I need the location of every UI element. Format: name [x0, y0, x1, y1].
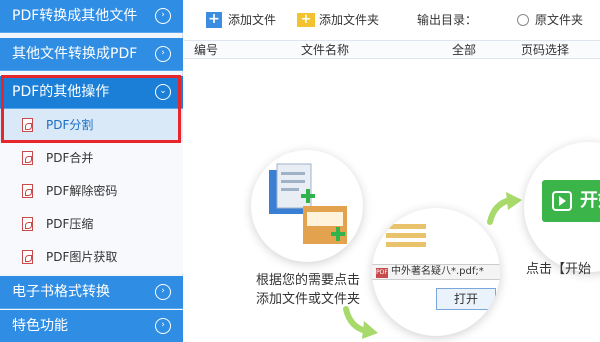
category-pdf-to-other[interactable]: PDF转换成其他文件 ›	[0, 0, 183, 33]
output-original-radio[interactable]	[517, 14, 529, 26]
pdf-file-icon	[22, 118, 33, 132]
output-option-label: 原文件夹	[535, 13, 584, 27]
column-header-page-select[interactable]: 页码选择	[521, 42, 569, 58]
plus-icon: +	[206, 12, 222, 28]
add-folder-button[interactable]: + 添加文件夹	[297, 11, 379, 29]
dialog-open-button: 打开	[436, 288, 496, 310]
pdf-file-icon: PDF	[376, 268, 388, 278]
start-button-illustration: 开始	[542, 180, 600, 222]
play-icon	[552, 191, 572, 211]
step1-illustration	[251, 150, 363, 262]
category-label: 特色功能	[12, 318, 68, 334]
empty-state-guide: 根据您的需要点击 添加文件或文件夹 PDF中外著名疑八*.pdf;* 打开 开始…	[184, 60, 600, 342]
file-table-header: 编号 文件名称 全部 页码选择	[184, 40, 600, 59]
add-file-button[interactable]: + 添加文件	[206, 11, 276, 29]
category-label: PDF的其他操作	[12, 84, 110, 100]
sidebar: PDF转换成其他文件 › 其他文件转换成PDF › PDF的其他操作 ⌄ PDF…	[0, 0, 183, 342]
chevron-right-icon: ›	[155, 284, 171, 300]
chevron-down-icon: ⌄	[155, 84, 171, 100]
step3-illustration: 开始	[524, 142, 600, 272]
category-label: PDF转换成其他文件	[12, 8, 138, 24]
sidebar-item-label: PDF解除密码	[46, 184, 118, 198]
sidebar-item-label: PDF压缩	[46, 217, 94, 231]
sidebar-item-pdf-compress[interactable]: PDF压缩	[0, 208, 183, 241]
step3-caption: 点击【开始	[526, 262, 592, 277]
start-button-label: 开始	[580, 190, 600, 211]
chevron-right-icon: ›	[155, 318, 171, 334]
folder-plus-icon: +	[297, 13, 315, 27]
output-dir-label: 输出目录：	[417, 13, 478, 27]
column-header-filename[interactable]: 文件名称	[301, 42, 349, 58]
sidebar-item-label: PDF合并	[46, 151, 94, 165]
pdf-file-icon	[22, 151, 33, 165]
arrow-down-right-icon	[343, 306, 378, 339]
category-pdf-other-ops[interactable]: PDF的其他操作 ⌄	[0, 76, 183, 109]
step1-caption-line1: 根据您的需要点击	[255, 273, 360, 288]
chevron-right-icon: ›	[155, 46, 171, 62]
column-header-number[interactable]: 编号	[194, 42, 218, 58]
folder-list-icon	[386, 220, 426, 260]
pdf-file-icon	[22, 184, 33, 198]
sidebar-item-label: PDF分割	[46, 118, 94, 132]
category-other-to-pdf[interactable]: 其他文件转换成PDF ›	[0, 38, 183, 71]
dialog-open-label: 打开	[453, 292, 478, 306]
pdf-file-icon	[22, 250, 33, 264]
sidebar-item-label: PDF图片获取	[46, 250, 118, 264]
dialog-filename: 中外著名疑八*.pdf;*	[391, 266, 484, 277]
chevron-right-icon: ›	[155, 8, 171, 24]
file-name-field: PDF 中外著名疑八*.pdf;*	[372, 264, 500, 280]
category-label: 其他文件转换成PDF	[12, 46, 138, 62]
toolbar: + 添加文件 + 添加文件夹 输出目录： 原文件夹	[184, 0, 600, 40]
add-folder-label: 添加文件夹	[319, 13, 380, 27]
step2-illustration: PDF 中外著名疑八*.pdf;* 打开	[372, 208, 500, 336]
category-label: 电子书格式转换	[12, 284, 110, 300]
sidebar-item-pdf-unlock[interactable]: PDF解除密码	[0, 175, 183, 208]
sidebar-item-pdf-image-extract[interactable]: PDF图片获取	[0, 241, 183, 274]
step1-caption: 根据您的需要点击 添加文件或文件夹	[240, 271, 376, 309]
category-ebook-convert[interactable]: 电子书格式转换 ›	[0, 276, 183, 309]
arrow-up-right-icon	[487, 192, 522, 225]
category-special-features[interactable]: 特色功能 ›	[0, 310, 183, 342]
sidebar-item-pdf-split[interactable]: PDF分割	[0, 109, 183, 142]
add-files-icon	[269, 163, 347, 244]
column-header-all[interactable]: 全部	[452, 42, 476, 58]
pdf-file-icon	[22, 217, 33, 231]
sidebar-item-pdf-merge[interactable]: PDF合并	[0, 142, 183, 175]
add-file-label: 添加文件	[228, 13, 277, 27]
